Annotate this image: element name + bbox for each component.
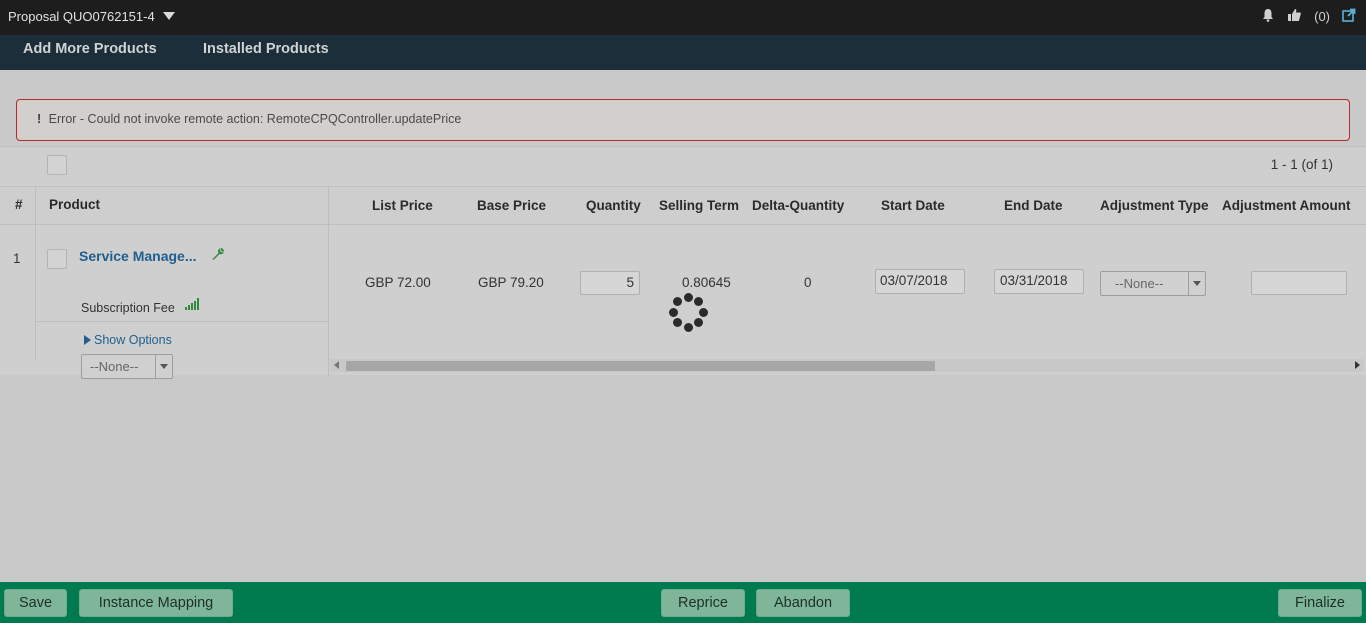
error-message: Error - Could not invoke remote action: … [48,112,462,126]
thumbs-up-icon[interactable] [1287,8,1302,24]
show-options-label: Show Options [94,333,172,347]
col-header-start-date[interactable]: Start Date [881,198,945,213]
base-price-cell: GBP 79.20 [478,275,544,290]
spinner-dot [683,322,693,332]
show-options-toggle[interactable]: Show Options [84,333,172,347]
product-name-link[interactable]: Service Manage... [79,248,197,264]
spinner-dot [672,296,682,306]
footer-action-bar: Save Instance Mapping Reprice Abandon Fi… [0,582,1366,623]
start-date-input[interactable]: 03/07/2018 [875,269,965,294]
col-header-selling-term[interactable]: Selling Term [659,198,739,213]
col-header-product[interactable]: Product [49,197,100,212]
scroll-right-arrow-icon[interactable] [1355,361,1360,369]
scrollbar-thumb[interactable] [346,361,935,371]
caret-down-icon[interactable] [162,11,175,20]
nav-bar: Add More Products Installed Products [0,35,1366,70]
finalize-button[interactable]: Finalize [1278,589,1362,617]
spinner-dot [694,296,704,306]
share-icon[interactable] [1342,8,1356,24]
column-divider [35,186,36,360]
spinner-dot [698,307,708,317]
col-header-num: # [15,197,23,212]
error-exclamation-icon: ! [37,112,42,126]
col-header-quantity[interactable]: Quantity [586,198,641,213]
row-number: 1 [13,251,21,266]
top-icons: (0) [1261,8,1356,24]
quantity-input[interactable]: 5 [580,271,640,295]
col-header-adjustment-amount[interactable]: Adjustment Amount [1222,198,1351,213]
spinner-dot [694,318,704,328]
proposal-title-dropdown[interactable]: Proposal QUO0762151-4 [8,9,175,24]
scroll-left-arrow-icon[interactable] [334,361,339,369]
pager: 1 - 1 (of 1) [1270,157,1333,172]
nav-add-more-products[interactable]: Add More Products [23,41,157,57]
spinner-dot [668,307,678,317]
chevron-down-icon [1188,272,1205,295]
col-header-adjustment-type[interactable]: Adjustment Type [1100,198,1209,213]
horizontal-scrollbar[interactable] [330,359,1364,372]
bell-icon[interactable] [1261,8,1275,24]
options-select[interactable]: --None-- [81,354,173,379]
proposal-title: Proposal QUO0762151-4 [8,9,155,24]
top-bar: Proposal QUO0762151-4 (0) [0,0,1366,35]
adjustment-amount-input[interactable] [1251,271,1347,295]
adjustment-type-value: --None-- [1115,276,1164,291]
nav-installed-products[interactable]: Installed Products [203,41,329,57]
error-banner: ! Error - Could not invoke remote action… [16,99,1350,141]
abandon-button[interactable]: Abandon [756,589,850,617]
col-header-list-price[interactable]: List Price [372,198,433,213]
col-header-delta-quantity[interactable]: Delta-Quantity [752,198,844,213]
charge-type-label: Subscription Fee [81,301,175,315]
row-checkbox[interactable] [47,249,67,269]
grid-header-row: # Product List Price Base Price Quantity… [0,186,1366,225]
list-price-cell: GBP 72.00 [365,275,431,290]
wrench-icon[interactable] [211,247,225,264]
col-header-base-price[interactable]: Base Price [477,198,546,213]
frozen-column-divider [328,186,329,376]
col-header-end-date[interactable]: End Date [1004,198,1063,213]
save-button[interactable]: Save [4,589,67,617]
spinner-dot [683,292,693,302]
row-divider [36,321,328,322]
options-select-value: --None-- [90,359,139,374]
triangle-right-icon [84,335,91,345]
end-date-input[interactable]: 03/31/2018 [994,269,1084,294]
signal-bars-icon [185,298,199,310]
chevron-down-icon [155,355,172,378]
likes-count: (0) [1314,8,1330,24]
reprice-button[interactable]: Reprice [661,589,745,617]
selling-term-cell: 0.80645 [682,275,731,290]
loading-spinner-icon [668,292,708,332]
adjustment-type-select[interactable]: --None-- [1100,271,1206,296]
select-all-checkbox[interactable] [47,155,67,175]
spinner-dot [672,318,682,328]
instance-mapping-button[interactable]: Instance Mapping [79,589,233,617]
line-items-grid: 1 - 1 (of 1) # Product List Price Base P… [0,146,1366,379]
delta-quantity-cell: 0 [804,275,812,290]
